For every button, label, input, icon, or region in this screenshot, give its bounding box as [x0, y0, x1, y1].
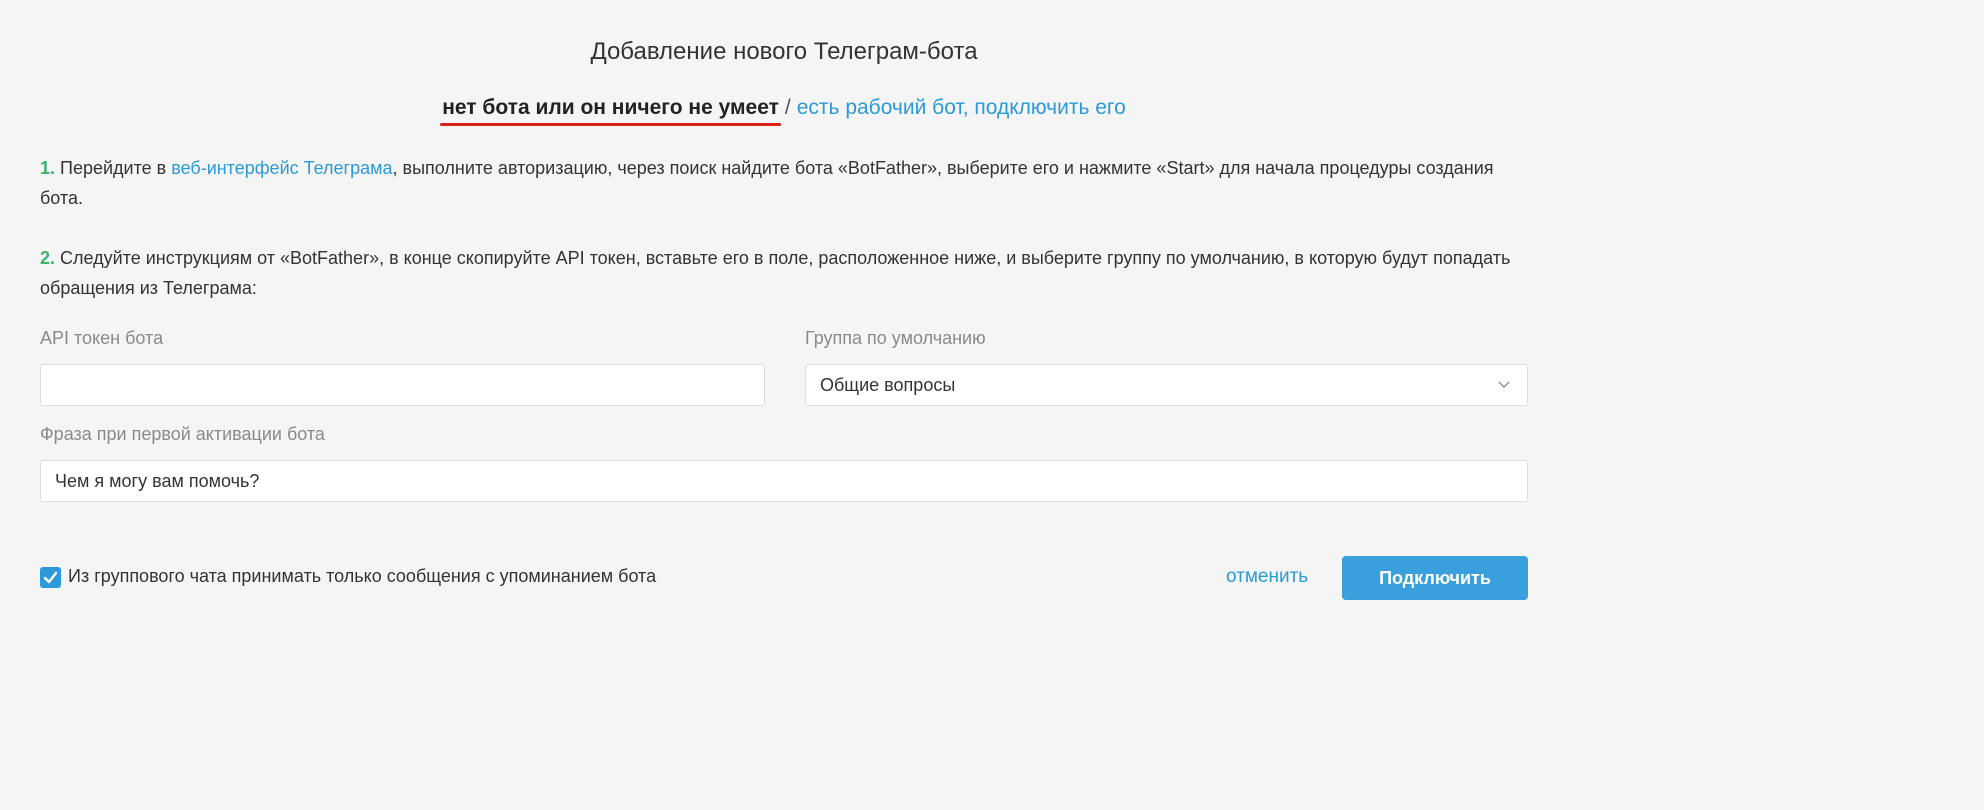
mentions-only-label[interactable]: Из группового чата принимать только сооб…	[68, 566, 656, 587]
step-1-number: 1.	[40, 158, 56, 178]
mode-separator: /	[784, 96, 791, 119]
mode-option-no-bot-label: нет бота или он ничего не умеет	[442, 96, 779, 119]
mentions-only-checkbox[interactable]	[40, 567, 61, 588]
connect-button[interactable]: Подключить	[1342, 556, 1528, 600]
phrase-label: Фраза при первой активации бота	[40, 424, 325, 444]
chevron-down-icon	[1498, 381, 1510, 388]
check-icon	[43, 571, 58, 584]
step-2-text: Следуйте инструкциям от «BotFather», в к…	[40, 248, 1511, 298]
mode-switch: нет бота или он ничего не умеет / есть раб…	[0, 96, 1568, 126]
mode-option-existing-bot[interactable]: есть рабочий бот, подключить его	[797, 96, 1126, 119]
token-label: API токен бота	[40, 328, 164, 348]
group-label: Группа по умолчанию	[805, 328, 986, 348]
activation-phrase-input[interactable]	[40, 460, 1528, 502]
cancel-button[interactable]: отменить	[1226, 566, 1308, 588]
default-group-select[interactable]: Общие вопросы	[805, 364, 1528, 406]
mode-option-no-bot[interactable]: нет бота или он ничего не умеет	[440, 96, 781, 126]
step-2-instruction: 2. Следуйте инструкциям от «BotFather», …	[40, 243, 1530, 303]
telegram-web-link[interactable]: веб-интерфейс Телеграма	[171, 158, 392, 178]
dialog-title: Добавление нового Телеграм-бота	[590, 38, 978, 65]
step-2-number: 2.	[40, 248, 56, 268]
token-input[interactable]	[40, 364, 765, 406]
step-1-instruction: 1. Перейдите в веб-интерфейс Телеграма, …	[40, 153, 1530, 213]
default-group-value: Общие вопросы	[820, 375, 956, 395]
active-mode-underline	[440, 123, 781, 126]
step-1-text-before: Перейдите в	[55, 158, 172, 178]
